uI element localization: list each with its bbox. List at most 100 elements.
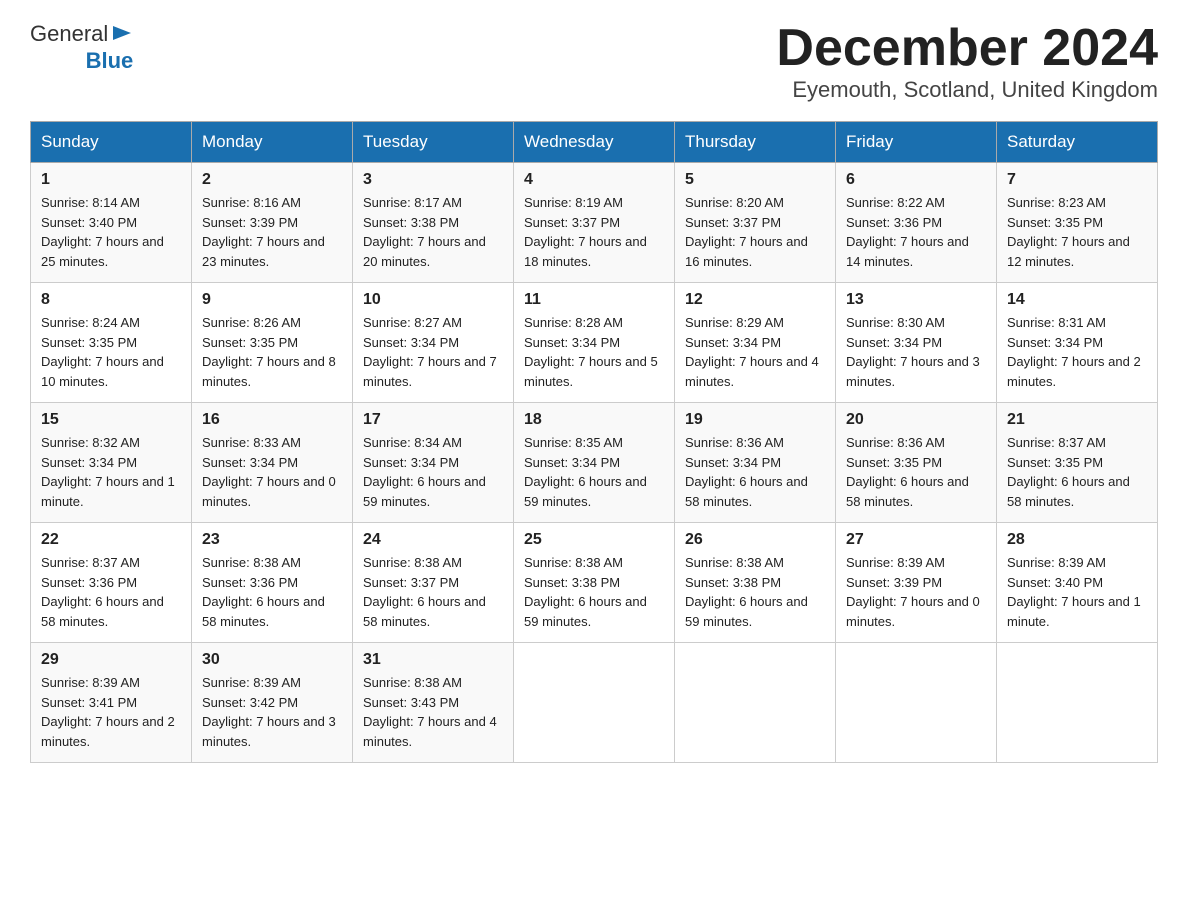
day-info: Sunrise: 8:20 AM Sunset: 3:37 PM Dayligh…: [685, 193, 825, 271]
day-info: Sunrise: 8:31 AM Sunset: 3:34 PM Dayligh…: [1007, 313, 1147, 391]
table-row: 18 Sunrise: 8:35 AM Sunset: 3:34 PM Dayl…: [514, 403, 675, 523]
day-info: Sunrise: 8:17 AM Sunset: 3:38 PM Dayligh…: [363, 193, 503, 271]
table-row: 20 Sunrise: 8:36 AM Sunset: 3:35 PM Dayl…: [836, 403, 997, 523]
table-row: 31 Sunrise: 8:38 AM Sunset: 3:43 PM Dayl…: [353, 643, 514, 763]
table-row: 8 Sunrise: 8:24 AM Sunset: 3:35 PM Dayli…: [31, 283, 192, 403]
day-number: 17: [363, 411, 503, 429]
calendar-table: Sunday Monday Tuesday Wednesday Thursday…: [30, 121, 1158, 763]
logo: General Blue: [30, 20, 133, 73]
day-number: 3: [363, 171, 503, 189]
table-row: 2 Sunrise: 8:16 AM Sunset: 3:39 PM Dayli…: [192, 163, 353, 283]
table-row: 15 Sunrise: 8:32 AM Sunset: 3:34 PM Dayl…: [31, 403, 192, 523]
table-row: 10 Sunrise: 8:27 AM Sunset: 3:34 PM Dayl…: [353, 283, 514, 403]
table-row: [836, 643, 997, 763]
table-row: 12 Sunrise: 8:29 AM Sunset: 3:34 PM Dayl…: [675, 283, 836, 403]
day-info: Sunrise: 8:39 AM Sunset: 3:40 PM Dayligh…: [1007, 553, 1147, 631]
table-row: 19 Sunrise: 8:36 AM Sunset: 3:34 PM Dayl…: [675, 403, 836, 523]
day-info: Sunrise: 8:35 AM Sunset: 3:34 PM Dayligh…: [524, 433, 664, 511]
table-row: 24 Sunrise: 8:38 AM Sunset: 3:37 PM Dayl…: [353, 523, 514, 643]
table-row: 22 Sunrise: 8:37 AM Sunset: 3:36 PM Dayl…: [31, 523, 192, 643]
table-row: 3 Sunrise: 8:17 AM Sunset: 3:38 PM Dayli…: [353, 163, 514, 283]
table-row: 27 Sunrise: 8:39 AM Sunset: 3:39 PM Dayl…: [836, 523, 997, 643]
calendar-header-row: Sunday Monday Tuesday Wednesday Thursday…: [31, 122, 1158, 163]
day-number: 21: [1007, 411, 1147, 429]
calendar-week-5: 29 Sunrise: 8:39 AM Sunset: 3:41 PM Dayl…: [31, 643, 1158, 763]
day-info: Sunrise: 8:36 AM Sunset: 3:34 PM Dayligh…: [685, 433, 825, 511]
table-row: [514, 643, 675, 763]
day-info: Sunrise: 8:38 AM Sunset: 3:37 PM Dayligh…: [363, 553, 503, 631]
day-info: Sunrise: 8:38 AM Sunset: 3:38 PM Dayligh…: [524, 553, 664, 631]
calendar-week-3: 15 Sunrise: 8:32 AM Sunset: 3:34 PM Dayl…: [31, 403, 1158, 523]
day-info: Sunrise: 8:22 AM Sunset: 3:36 PM Dayligh…: [846, 193, 986, 271]
page-header: General Blue December 2024 Eyemouth, Sco…: [30, 20, 1158, 103]
day-info: Sunrise: 8:26 AM Sunset: 3:35 PM Dayligh…: [202, 313, 342, 391]
day-info: Sunrise: 8:28 AM Sunset: 3:34 PM Dayligh…: [524, 313, 664, 391]
day-number: 22: [41, 531, 181, 549]
day-info: Sunrise: 8:24 AM Sunset: 3:35 PM Dayligh…: [41, 313, 181, 391]
calendar-subtitle: Eyemouth, Scotland, United Kingdom: [776, 77, 1158, 103]
table-row: 7 Sunrise: 8:23 AM Sunset: 3:35 PM Dayli…: [997, 163, 1158, 283]
table-row: 14 Sunrise: 8:31 AM Sunset: 3:34 PM Dayl…: [997, 283, 1158, 403]
day-info: Sunrise: 8:36 AM Sunset: 3:35 PM Dayligh…: [846, 433, 986, 511]
table-row: 23 Sunrise: 8:38 AM Sunset: 3:36 PM Dayl…: [192, 523, 353, 643]
day-number: 6: [846, 171, 986, 189]
table-row: 6 Sunrise: 8:22 AM Sunset: 3:36 PM Dayli…: [836, 163, 997, 283]
day-info: Sunrise: 8:30 AM Sunset: 3:34 PM Dayligh…: [846, 313, 986, 391]
day-number: 18: [524, 411, 664, 429]
table-row: 13 Sunrise: 8:30 AM Sunset: 3:34 PM Dayl…: [836, 283, 997, 403]
day-number: 29: [41, 651, 181, 669]
table-row: [997, 643, 1158, 763]
header-wednesday: Wednesday: [514, 122, 675, 163]
header-monday: Monday: [192, 122, 353, 163]
day-number: 7: [1007, 171, 1147, 189]
day-info: Sunrise: 8:33 AM Sunset: 3:34 PM Dayligh…: [202, 433, 342, 511]
table-row: 11 Sunrise: 8:28 AM Sunset: 3:34 PM Dayl…: [514, 283, 675, 403]
day-number: 25: [524, 531, 664, 549]
table-row: 21 Sunrise: 8:37 AM Sunset: 3:35 PM Dayl…: [997, 403, 1158, 523]
table-row: 16 Sunrise: 8:33 AM Sunset: 3:34 PM Dayl…: [192, 403, 353, 523]
day-number: 24: [363, 531, 503, 549]
day-info: Sunrise: 8:39 AM Sunset: 3:39 PM Dayligh…: [846, 553, 986, 631]
day-info: Sunrise: 8:38 AM Sunset: 3:36 PM Dayligh…: [202, 553, 342, 631]
title-area: December 2024 Eyemouth, Scotland, United…: [776, 20, 1158, 103]
table-row: 30 Sunrise: 8:39 AM Sunset: 3:42 PM Dayl…: [192, 643, 353, 763]
header-sunday: Sunday: [31, 122, 192, 163]
day-info: Sunrise: 8:39 AM Sunset: 3:42 PM Dayligh…: [202, 673, 342, 751]
header-tuesday: Tuesday: [353, 122, 514, 163]
table-row: 17 Sunrise: 8:34 AM Sunset: 3:34 PM Dayl…: [353, 403, 514, 523]
day-info: Sunrise: 8:32 AM Sunset: 3:34 PM Dayligh…: [41, 433, 181, 511]
day-info: Sunrise: 8:16 AM Sunset: 3:39 PM Dayligh…: [202, 193, 342, 271]
table-row: 28 Sunrise: 8:39 AM Sunset: 3:40 PM Dayl…: [997, 523, 1158, 643]
header-friday: Friday: [836, 122, 997, 163]
day-number: 1: [41, 171, 181, 189]
table-row: 1 Sunrise: 8:14 AM Sunset: 3:40 PM Dayli…: [31, 163, 192, 283]
calendar-week-2: 8 Sunrise: 8:24 AM Sunset: 3:35 PM Dayli…: [31, 283, 1158, 403]
day-info: Sunrise: 8:14 AM Sunset: 3:40 PM Dayligh…: [41, 193, 181, 271]
day-info: Sunrise: 8:29 AM Sunset: 3:34 PM Dayligh…: [685, 313, 825, 391]
logo-blue-text: Blue: [86, 49, 134, 73]
day-number: 28: [1007, 531, 1147, 549]
table-row: 29 Sunrise: 8:39 AM Sunset: 3:41 PM Dayl…: [31, 643, 192, 763]
day-number: 27: [846, 531, 986, 549]
day-info: Sunrise: 8:38 AM Sunset: 3:43 PM Dayligh…: [363, 673, 503, 751]
day-number: 2: [202, 171, 342, 189]
day-number: 16: [202, 411, 342, 429]
day-number: 14: [1007, 291, 1147, 309]
day-number: 12: [685, 291, 825, 309]
day-number: 8: [41, 291, 181, 309]
day-number: 11: [524, 291, 664, 309]
day-number: 13: [846, 291, 986, 309]
table-row: 5 Sunrise: 8:20 AM Sunset: 3:37 PM Dayli…: [675, 163, 836, 283]
day-number: 26: [685, 531, 825, 549]
day-number: 9: [202, 291, 342, 309]
table-row: 26 Sunrise: 8:38 AM Sunset: 3:38 PM Dayl…: [675, 523, 836, 643]
calendar-week-1: 1 Sunrise: 8:14 AM Sunset: 3:40 PM Dayli…: [31, 163, 1158, 283]
day-number: 10: [363, 291, 503, 309]
day-number: 19: [685, 411, 825, 429]
day-info: Sunrise: 8:37 AM Sunset: 3:35 PM Dayligh…: [1007, 433, 1147, 511]
day-info: Sunrise: 8:23 AM Sunset: 3:35 PM Dayligh…: [1007, 193, 1147, 271]
day-info: Sunrise: 8:38 AM Sunset: 3:38 PM Dayligh…: [685, 553, 825, 631]
day-number: 15: [41, 411, 181, 429]
day-number: 4: [524, 171, 664, 189]
logo-general-text: General: [30, 22, 108, 46]
